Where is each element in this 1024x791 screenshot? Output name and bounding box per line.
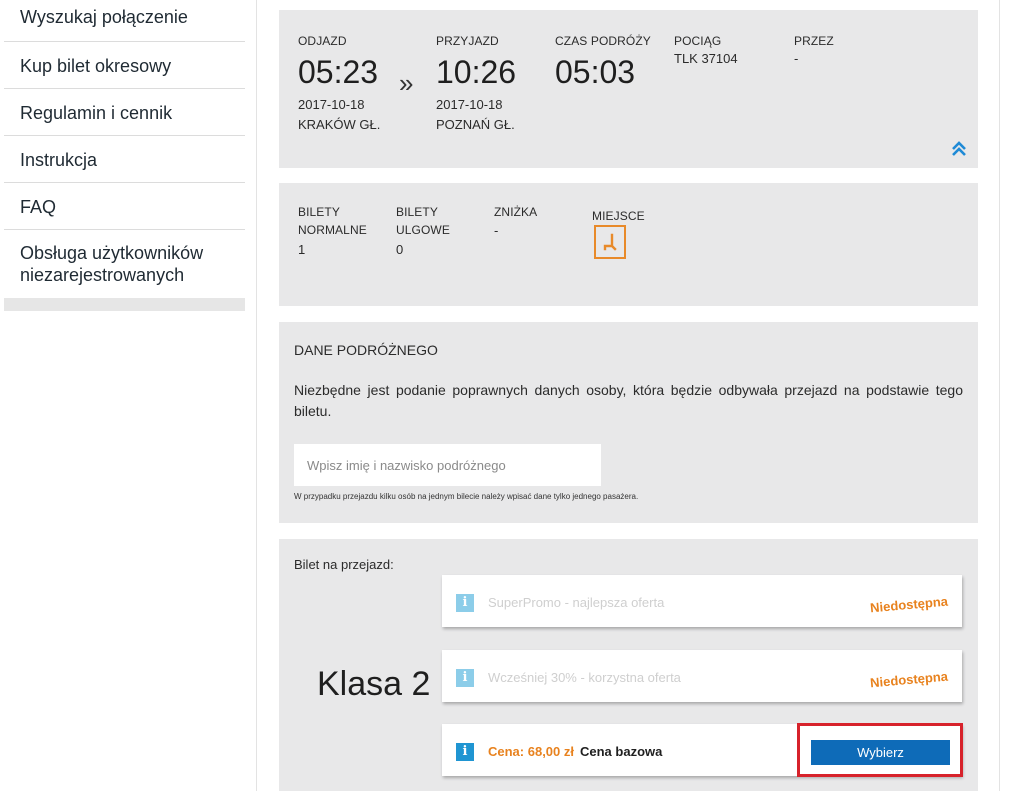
traveler-note: W przypadku przejazdu kilku osób na jedn… bbox=[294, 492, 639, 501]
sidebar-item-season-ticket[interactable]: Kup bilet okresowy bbox=[4, 42, 245, 89]
departure-block: ODJAZD 05:23 2017-10-18 KRAKÓW GŁ. bbox=[298, 34, 380, 132]
via-value: - bbox=[794, 51, 799, 66]
offer-base-price: i Cena: 68,00 zł Cena bazowa Wybierz bbox=[442, 723, 963, 777]
departure-date: 2017-10-18 bbox=[298, 97, 365, 112]
normal-tickets-label-1: BILETY bbox=[298, 205, 340, 219]
info-icon[interactable]: i bbox=[456, 743, 474, 761]
departure-label: ODJAZD bbox=[298, 34, 347, 48]
seat-block: MIEJSCE bbox=[592, 209, 645, 223]
offer-price: Cena: 68,00 zł bbox=[488, 744, 574, 759]
reduced-tickets-value: 0 bbox=[396, 242, 404, 257]
sidebar-item-label-line1: Obsługa użytkowników bbox=[20, 243, 204, 263]
train-number: TLK 37104 bbox=[674, 51, 738, 66]
discount-label: ZNIŻKA bbox=[494, 205, 538, 219]
departure-time: 05:23 bbox=[298, 54, 379, 90]
reduced-tickets-label-2: ULGOWE bbox=[396, 223, 450, 237]
normal-tickets-label-2: NORMALNE bbox=[298, 223, 367, 237]
travel-class-label: Klasa 2 bbox=[317, 665, 431, 703]
duration-value: 05:03 bbox=[555, 54, 636, 90]
offer-price-type: Cena bazowa bbox=[580, 744, 663, 759]
duration-label: CZAS PODRÓŻY bbox=[555, 34, 651, 48]
discount-block: ZNIŻKA - bbox=[494, 205, 537, 238]
sidebar-nav: Wyszukaj połączenie Kup bilet okresowy R… bbox=[4, 0, 245, 311]
double-chevron-right-icon: » bbox=[399, 68, 414, 98]
sidebar-item-instructions[interactable]: Instrukcja bbox=[4, 136, 245, 183]
sidebar-footer-bar bbox=[4, 298, 245, 311]
sidebar-item-regulations[interactable]: Regulamin i cennik bbox=[4, 89, 245, 136]
sidebar-item-unregistered-users[interactable]: Obsługa użytkowników niezarejestrowanych bbox=[4, 230, 245, 298]
departure-station: KRAKÓW GŁ. bbox=[298, 117, 381, 132]
tickets-summary-panel: BILETY NORMALNE 1 BILETY ULGOWE 0 ZNIŻKA… bbox=[279, 183, 978, 306]
train-label: POCIĄG bbox=[674, 34, 722, 48]
seat-label: MIEJSCE bbox=[592, 209, 645, 223]
duration-block: CZAS PODRÓŻY 05:03 bbox=[555, 34, 651, 91]
sidebar-item-faq[interactable]: FAQ bbox=[4, 183, 245, 230]
seat-icon[interactable] bbox=[594, 225, 626, 259]
column-divider-left bbox=[256, 0, 257, 791]
fare-heading: Bilet na przejazd: bbox=[294, 557, 394, 572]
arrival-time: 10:26 bbox=[436, 54, 517, 90]
reduced-tickets-block: BILETY ULGOWE 0 bbox=[396, 205, 450, 257]
traveler-description: Niezbędne jest podanie poprawnych danych… bbox=[294, 382, 963, 419]
fare-options-panel: Bilet na przejazd: Klasa 2 i SuperPromo … bbox=[279, 539, 978, 791]
via-label: PRZEZ bbox=[794, 34, 834, 48]
offer-title: SuperPromo - najlepsza oferta bbox=[488, 595, 665, 610]
normal-tickets-block: BILETY NORMALNE 1 bbox=[298, 205, 367, 257]
train-block: POCIĄG TLK 37104 bbox=[674, 34, 738, 66]
arrival-date: 2017-10-18 bbox=[436, 97, 503, 112]
traveler-heading: DANE PODRÓŻNEGO bbox=[294, 342, 438, 358]
double-chevron-up-icon[interactable] bbox=[949, 140, 969, 160]
offer-price-line: Cena: 68,00 zł Cena bazowa bbox=[488, 744, 662, 759]
discount-value: - bbox=[494, 223, 499, 238]
info-icon[interactable]: i bbox=[456, 669, 474, 687]
arrival-label: PRZYJAZD bbox=[436, 34, 499, 48]
journey-summary-panel: ODJAZD 05:23 2017-10-18 KRAKÓW GŁ. » PRZ… bbox=[279, 10, 978, 168]
offer-status-badge: Niedostępna bbox=[869, 593, 949, 616]
via-block: PRZEZ - bbox=[794, 34, 834, 66]
sidebar-item-search-connection[interactable]: Wyszukaj połączenie bbox=[4, 0, 245, 42]
arrival-station: POZNAŃ GŁ. bbox=[436, 117, 515, 132]
offer-status-badge: Niedostępna bbox=[869, 668, 949, 691]
choose-button[interactable]: Wybierz bbox=[811, 740, 950, 765]
offer-wczesniej-30: i Wcześniej 30% - korzystna oferta Niedo… bbox=[442, 650, 962, 702]
normal-tickets-value: 1 bbox=[298, 242, 306, 257]
info-icon[interactable]: i bbox=[456, 594, 474, 612]
traveler-name-input[interactable] bbox=[294, 444, 601, 486]
traveler-data-panel: DANE PODRÓŻNEGO Niezbędne jest podanie p… bbox=[279, 322, 978, 523]
reduced-tickets-label-1: BILETY bbox=[396, 205, 438, 219]
arrival-block: PRZYJAZD 10:26 2017-10-18 POZNAŃ GŁ. bbox=[436, 34, 516, 132]
sidebar-item-label-line2: niezarejestrowanych bbox=[20, 265, 185, 285]
offer-title: Wcześniej 30% - korzystna oferta bbox=[488, 670, 681, 685]
offer-superpromo: i SuperPromo - najlepsza oferta Niedostę… bbox=[442, 575, 962, 627]
choose-button-highlight: Wybierz bbox=[797, 723, 963, 777]
column-divider-right bbox=[999, 0, 1000, 791]
